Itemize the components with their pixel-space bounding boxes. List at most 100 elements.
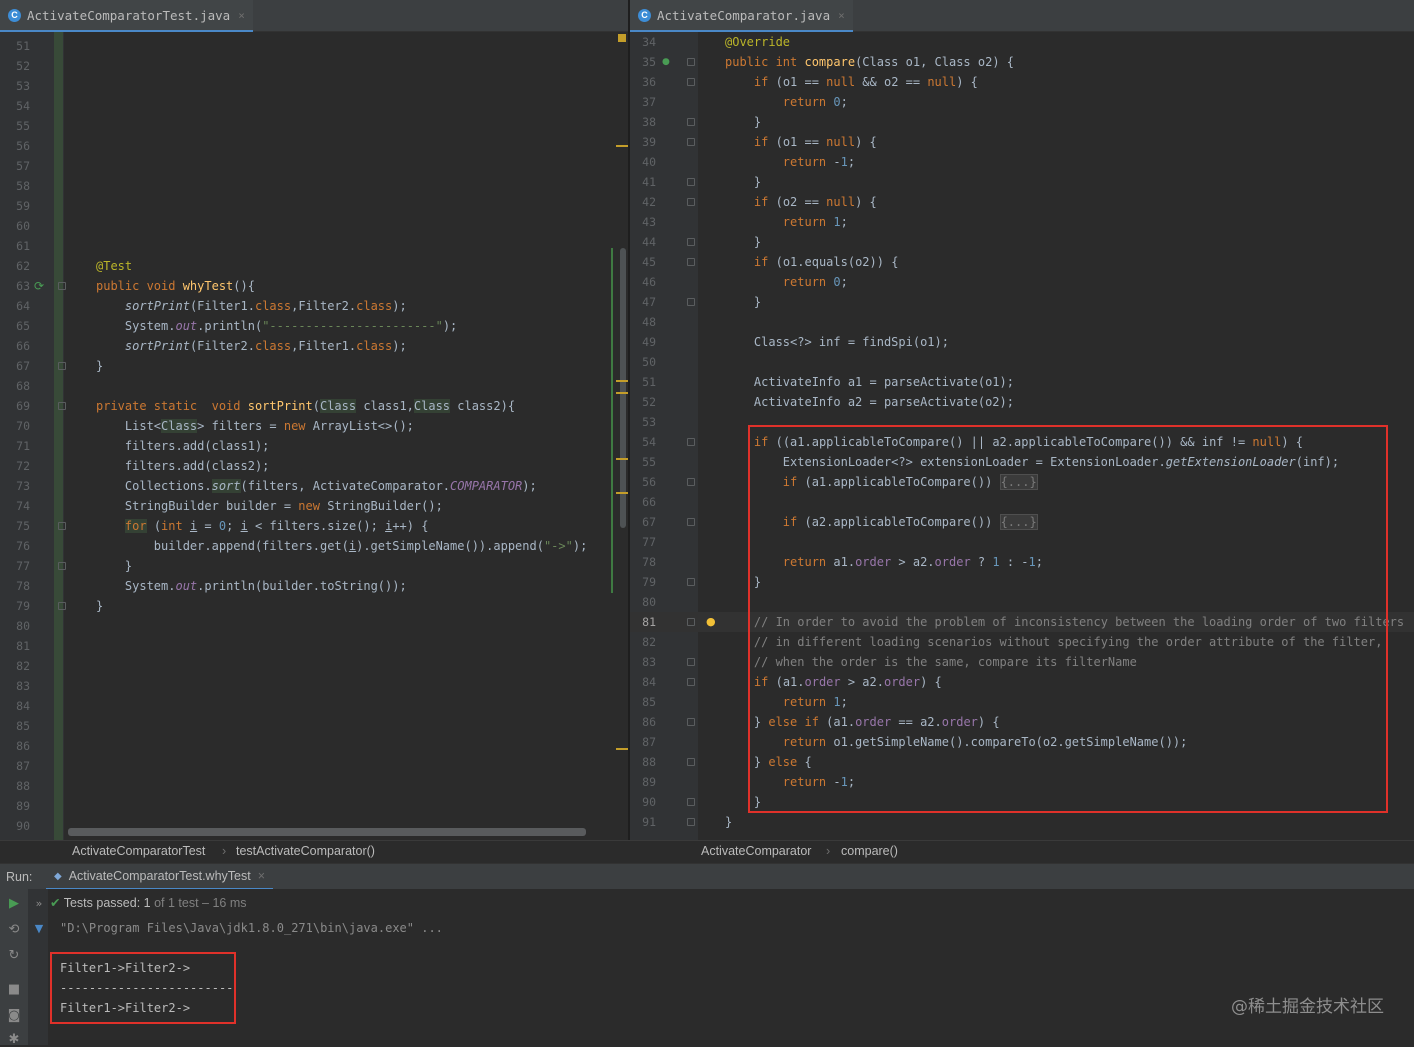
line-number[interactable]: 82 xyxy=(630,632,656,652)
code-line[interactable]: 87 xyxy=(0,756,628,776)
code-line[interactable]: 56 xyxy=(0,136,628,156)
line-number[interactable]: 51 xyxy=(0,36,30,56)
left-editor-pane[interactable]: C ActivateComparatorTest.java × 51 52 53 54… xyxy=(0,0,628,840)
code-line[interactable]: 85 xyxy=(0,716,628,736)
code-line[interactable]: 61 xyxy=(0,236,628,256)
code-text[interactable]: } xyxy=(96,356,103,376)
fold-marker-icon[interactable] xyxy=(58,402,66,410)
code-line[interactable]: 91} xyxy=(630,812,1414,832)
line-number[interactable]: 48 xyxy=(630,312,656,332)
fold-marker-icon[interactable] xyxy=(687,438,695,446)
fold-marker-icon[interactable] xyxy=(687,798,695,806)
line-number[interactable]: 53 xyxy=(630,412,656,432)
expand-chevron-icon[interactable]: » xyxy=(32,897,46,911)
code-text[interactable]: private static void sortPrint(Class clas… xyxy=(96,396,515,416)
code-line[interactable]: 52 xyxy=(0,56,628,76)
error-stripe-marker[interactable] xyxy=(618,34,626,42)
left-code-area[interactable]: 51 52 53 54 55 56 57 58 59 60 61 62 @Test 63 ⟳ public v… xyxy=(0,32,628,840)
code-line[interactable]: 81 xyxy=(0,636,628,656)
line-number[interactable]: 78 xyxy=(630,552,656,572)
code-line[interactable]: 64 sortPrint(Filter1.class,Filter2.class… xyxy=(0,296,628,316)
code-line[interactable]: 74 StringBuilder builder = new StringBui… xyxy=(0,496,628,516)
line-number[interactable]: 89 xyxy=(0,796,30,816)
line-number[interactable]: 85 xyxy=(0,716,30,736)
line-number[interactable]: 54 xyxy=(0,96,30,116)
fold-marker-icon[interactable] xyxy=(687,618,695,626)
line-number[interactable]: 91 xyxy=(630,812,656,832)
line-number[interactable]: 55 xyxy=(0,116,30,136)
code-line[interactable]: 34 @Override xyxy=(630,32,1414,52)
line-number[interactable]: 45 xyxy=(630,252,656,272)
line-number[interactable]: 62 xyxy=(0,256,30,276)
error-stripe-marker[interactable] xyxy=(616,458,628,460)
code-line[interactable]: 70 List<Class> filters = new ArrayList<>… xyxy=(0,416,628,436)
line-number[interactable]: 46 xyxy=(630,272,656,292)
close-tab-icon[interactable]: × xyxy=(258,869,265,883)
fold-marker-icon[interactable] xyxy=(687,718,695,726)
code-line[interactable]: 35 ● public int compare(Class o1, Class o2… xyxy=(630,52,1414,72)
fold-marker-icon[interactable] xyxy=(687,138,695,146)
code-line[interactable]: 77 } xyxy=(0,556,628,576)
code-text[interactable]: for (int i = 0; i < filters.size(); i++)… xyxy=(96,516,428,536)
line-number[interactable]: 74 xyxy=(0,496,30,516)
line-number[interactable]: 80 xyxy=(0,616,30,636)
stop-icon[interactable]: ■ xyxy=(7,983,21,997)
code-text[interactable]: Class<?> inf = findSpi(o1); xyxy=(725,332,949,352)
code-line[interactable]: 59 xyxy=(0,196,628,216)
code-text[interactable]: builder.append(filters.get(i).getSimpleN… xyxy=(96,536,588,556)
line-number[interactable]: 37 xyxy=(630,92,656,112)
fold-marker-icon[interactable] xyxy=(58,602,66,610)
code-text[interactable]: if (o2 == null) { xyxy=(725,192,877,212)
line-number[interactable]: 57 xyxy=(0,156,30,176)
error-stripe-marker[interactable] xyxy=(616,392,628,394)
code-line[interactable]: 55 xyxy=(0,116,628,136)
code-line[interactable]: 65 System.out.println("-----------------… xyxy=(0,316,628,336)
code-line[interactable]: 60 xyxy=(0,216,628,236)
code-line[interactable]: 46 return 0; xyxy=(630,272,1414,292)
fold-marker-icon[interactable] xyxy=(687,818,695,826)
code-line[interactable]: 42 if (o2 == null) { xyxy=(630,192,1414,212)
code-line[interactable]: 88 xyxy=(0,776,628,796)
code-line[interactable]: 75 for (int i = 0; i < filters.size(); i… xyxy=(0,516,628,536)
fold-marker-icon[interactable] xyxy=(687,58,695,66)
code-line[interactable]: 37 return 0; xyxy=(630,92,1414,112)
code-line[interactable]: 45 if (o1.equals(o2)) { xyxy=(630,252,1414,272)
code-line[interactable]: 52 ActivateInfo a2 = parseActivate(o2); xyxy=(630,392,1414,412)
code-text[interactable]: ActivateInfo a2 = parseActivate(o2); xyxy=(725,392,1014,412)
left-vertical-scrollbar[interactable] xyxy=(620,248,626,528)
fold-marker-icon[interactable] xyxy=(58,562,66,570)
line-number[interactable]: 55 xyxy=(630,452,656,472)
code-line[interactable]: 63 ⟳ public void whyTest(){ xyxy=(0,276,628,296)
line-number[interactable]: 51 xyxy=(630,372,656,392)
code-line[interactable]: 58 xyxy=(0,176,628,196)
line-number[interactable]: 87 xyxy=(0,756,30,776)
code-text[interactable]: System.out.println("--------------------… xyxy=(96,316,457,336)
code-line[interactable]: 73 Collections.sort(filters, ActivateCom… xyxy=(0,476,628,496)
code-line[interactable]: 44 } xyxy=(630,232,1414,252)
line-number[interactable]: 41 xyxy=(630,172,656,192)
fold-marker-icon[interactable] xyxy=(687,518,695,526)
line-number[interactable]: 83 xyxy=(630,652,656,672)
code-text[interactable]: sortPrint(Filter1.class,Filter2.class); xyxy=(96,296,407,316)
code-text[interactable]: filters.add(class1); xyxy=(96,436,270,456)
code-line[interactable]: 36 if (o1 == null && o2 == null) { xyxy=(630,72,1414,92)
breadcrumb-right-method[interactable]: compare() xyxy=(841,844,898,858)
code-text[interactable]: public void whyTest(){ xyxy=(96,276,255,296)
line-number[interactable]: 61 xyxy=(0,236,30,256)
fold-marker-icon[interactable] xyxy=(58,282,66,290)
code-text[interactable]: } xyxy=(96,556,132,576)
fold-marker-icon[interactable] xyxy=(687,578,695,586)
code-text[interactable]: } xyxy=(725,112,761,132)
override-method-icon[interactable]: ● xyxy=(662,52,670,72)
close-tab-icon[interactable]: × xyxy=(838,9,845,22)
code-line[interactable]: 57 xyxy=(0,156,628,176)
code-text[interactable]: } xyxy=(725,172,761,192)
line-number[interactable]: 60 xyxy=(0,216,30,236)
fold-marker-icon[interactable] xyxy=(687,118,695,126)
code-line[interactable]: 62 @Test xyxy=(0,256,628,276)
line-number[interactable]: 66 xyxy=(630,492,656,512)
error-stripe-marker[interactable] xyxy=(616,145,628,147)
line-number[interactable]: 75 xyxy=(0,516,30,536)
code-text[interactable]: @Override xyxy=(725,32,790,52)
line-number[interactable]: 53 xyxy=(0,76,30,96)
